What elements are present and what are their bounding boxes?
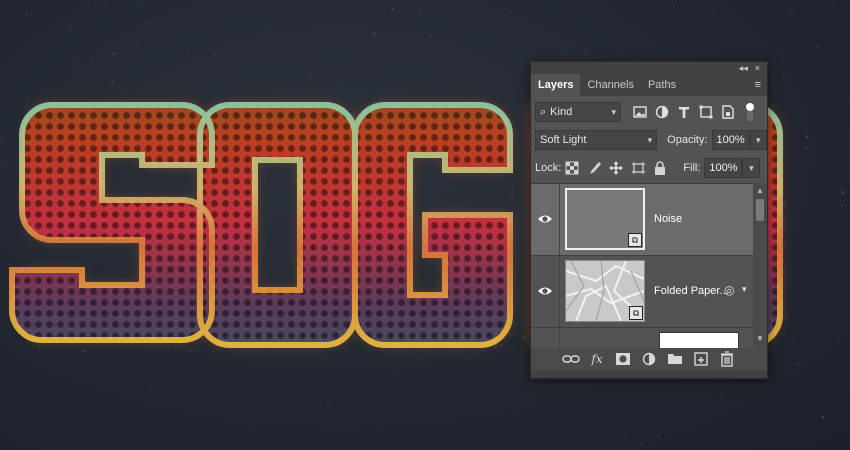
lock-position-icon[interactable] (605, 161, 627, 175)
search-icon: ⌕ (540, 105, 547, 118)
lock-artboard-icon[interactable] (627, 161, 649, 175)
opacity-slider-toggle[interactable]: ▾ (749, 130, 767, 150)
layer-name[interactable]: Noise (654, 213, 682, 225)
link-icon[interactable] (558, 350, 584, 368)
layers-scrollbar[interactable]: ▲ ▼ (753, 183, 767, 347)
new-layer-icon[interactable] (688, 350, 714, 368)
group-folder-icon[interactable] (662, 350, 688, 368)
layer-thumbnail[interactable] (659, 332, 739, 348)
filter-kind-label: Kind (550, 106, 573, 118)
adjustment-icon[interactable] (636, 350, 662, 368)
panel-menu-icon[interactable]: ≡ (755, 74, 761, 96)
layer-row-folded-paper[interactable]: ⧉ Folded Paper... ◎ ▾ (531, 256, 753, 328)
tab-paths[interactable]: Paths (641, 74, 683, 96)
row-divider (559, 328, 560, 348)
fill-input[interactable]: 100% (704, 158, 743, 178)
lock-transparent-pixels-icon[interactable] (561, 161, 583, 175)
layer-thumbnail[interactable]: ⧉ (565, 260, 645, 322)
panel-tabs: Layers Channels Paths ≡ (531, 74, 767, 96)
scroll-thumb[interactable] (756, 199, 764, 221)
type-filter-icon[interactable] (673, 105, 695, 119)
collapse-panel-icon[interactable]: ◂◂ (739, 62, 748, 74)
opacity-label: Opacity: (667, 134, 708, 146)
mask-icon[interactable] (610, 350, 636, 368)
filter-toggle-icon[interactable] (739, 102, 761, 122)
layers-list: ⧉ Noise ⧉ Folded Paper... ◎ ▾ (531, 183, 767, 348)
smart-object-badge-icon: ⧉ (628, 233, 642, 247)
layer-name[interactable]: Folded Paper... (654, 285, 729, 297)
row-divider (559, 256, 560, 327)
panel-title-bar: ◂◂ × (531, 62, 767, 74)
close-panel-icon[interactable]: × (755, 62, 760, 74)
row-divider (559, 184, 560, 255)
lock-all-icon[interactable] (649, 161, 671, 175)
scroll-up-icon[interactable]: ▲ (753, 185, 767, 197)
scroll-down-icon[interactable]: ▼ (753, 333, 767, 345)
tab-layers[interactable]: Layers (531, 74, 581, 96)
layer-thumbnail[interactable]: ⧉ (565, 188, 645, 250)
layers-bottom-toolbar: fx (531, 348, 767, 370)
fx-icon[interactable]: fx (584, 350, 610, 368)
chevron-down-icon[interactable]: ▾ (742, 284, 747, 295)
fill-label: Fill: (683, 162, 701, 174)
chevron-down-icon: ▾ (611, 106, 616, 117)
filter-row: ⌕ Kind ▾ (531, 102, 767, 122)
shape-filter-icon[interactable] (695, 105, 717, 119)
blend-mode-value: Soft Light (540, 134, 587, 146)
tab-channels[interactable]: Channels (580, 74, 640, 96)
trash-icon[interactable] (714, 350, 740, 368)
visibility-eye-icon[interactable] (537, 284, 553, 298)
layer-row-partial[interactable] (531, 328, 753, 348)
filter-kind-dropdown[interactable]: ⌕ Kind ▾ (535, 102, 621, 122)
layer-row-noise[interactable]: ⧉ Noise (531, 184, 753, 256)
lock-label: Lock: (535, 162, 562, 174)
blend-mode-dropdown[interactable]: Soft Light ▾ (535, 130, 658, 150)
opacity-input[interactable]: 100% (711, 130, 750, 150)
adjustment-filter-icon[interactable] (651, 105, 673, 119)
smart-object-filter-icon[interactable] (717, 105, 739, 119)
layer-effects-icon[interactable]: ◎ (724, 283, 734, 297)
fill-slider-toggle[interactable]: ▾ (742, 158, 761, 178)
image-filter-icon[interactable] (629, 105, 651, 119)
chevron-down-icon: ▾ (647, 134, 653, 145)
visibility-eye-icon[interactable] (537, 212, 553, 226)
layers-panel: ◂◂ × Layers Channels Paths ≡ ⌕ Kind ▾ So… (530, 61, 768, 379)
blend-row: Soft Light ▾ Opacity: 100% ▾ (531, 130, 767, 150)
lock-row: Lock: Fill: 100% ▾ (531, 158, 767, 178)
panel-resize-strip[interactable] (531, 370, 767, 378)
lock-image-pixels-icon[interactable] (583, 161, 605, 175)
smart-object-badge-icon: ⧉ (629, 306, 643, 320)
